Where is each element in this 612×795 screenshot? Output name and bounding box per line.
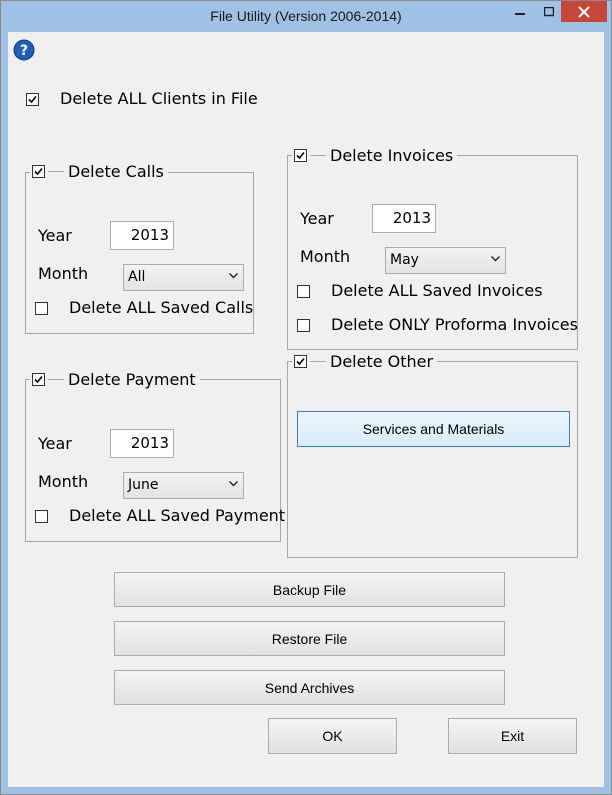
backup-file-button[interactable]: Backup File — [114, 572, 505, 607]
checkmark-icon — [296, 151, 305, 159]
send-archives-button[interactable]: Send Archives — [114, 670, 505, 705]
minimize-button[interactable] — [504, 1, 536, 22]
question-mark-icon: ? — [13, 39, 35, 61]
restore-file-button[interactable]: Restore File — [114, 621, 505, 656]
calls-year-label: Year — [38, 226, 72, 245]
delete-invoices-legend: Delete Invoices — [292, 145, 458, 165]
checkmark-icon — [34, 375, 43, 383]
invoices-year-label: Year — [300, 209, 334, 228]
chevron-down-icon — [229, 273, 238, 279]
close-button[interactable] — [561, 1, 607, 22]
payment-month-select[interactable]: June — [123, 472, 244, 499]
delete-payment-legend: Delete Payment — [30, 369, 200, 389]
exit-button[interactable]: Exit — [448, 718, 577, 754]
delete-invoices-label: Delete Invoices — [330, 145, 454, 165]
delete-other-group — [287, 361, 578, 558]
close-icon — [578, 5, 590, 18]
ok-button[interactable]: OK — [268, 718, 397, 754]
checkmark-icon — [34, 167, 43, 175]
checkmark-icon — [296, 357, 305, 365]
delete-all-saved-calls-label: Delete ALL Saved Calls — [69, 298, 254, 317]
delete-all-saved-invoices-label: Delete ALL Saved Invoices — [331, 281, 543, 300]
delete-all-saved-payment-label: Delete ALL Saved Payment — [69, 506, 286, 525]
delete-invoices-checkbox[interactable] — [294, 148, 307, 162]
legend-line — [48, 378, 64, 380]
minimize-icon — [515, 12, 525, 15]
title-bar: File Utility (Version 2006-2014) — [1, 1, 611, 32]
delete-all-clients-checkbox[interactable] — [26, 93, 39, 106]
payment-year-label: Year — [38, 434, 72, 453]
legend-line — [310, 154, 326, 156]
calls-month-label: Month — [38, 264, 89, 283]
delete-calls-legend: Delete Calls — [30, 161, 168, 181]
calls-month-value: All — [128, 269, 146, 285]
invoices-month-value: May — [390, 252, 419, 268]
delete-payment-checkbox[interactable] — [32, 372, 45, 386]
client-area: ? Delete ALL Clients in File Delete Call… — [8, 32, 604, 787]
payment-month-value: June — [128, 477, 159, 493]
calls-month-select[interactable]: All — [123, 264, 244, 291]
chevron-down-icon — [491, 256, 500, 262]
delete-other-legend: Delete Other — [292, 351, 438, 371]
maximize-button[interactable] — [534, 1, 564, 22]
delete-all-saved-invoices-checkbox[interactable] — [297, 285, 310, 298]
delete-other-checkbox[interactable] — [294, 354, 307, 368]
delete-calls-checkbox[interactable] — [32, 164, 45, 178]
delete-all-clients-label: Delete ALL Clients in File — [60, 89, 258, 108]
help-button[interactable]: ? — [13, 39, 35, 61]
delete-all-saved-calls-checkbox[interactable] — [35, 302, 48, 315]
legend-line — [48, 170, 64, 172]
payment-month-label: Month — [38, 472, 89, 491]
delete-other-label: Delete Other — [330, 351, 434, 371]
payment-year-input[interactable]: 2013 — [110, 429, 174, 458]
chevron-down-icon — [229, 481, 238, 487]
delete-calls-label: Delete Calls — [68, 161, 164, 181]
delete-payment-label: Delete Payment — [68, 369, 196, 389]
services-and-materials-button[interactable]: Services and Materials — [297, 411, 570, 447]
delete-all-saved-payment-checkbox[interactable] — [35, 510, 48, 523]
svg-text:?: ? — [20, 43, 28, 59]
checkmark-icon — [28, 95, 37, 104]
delete-only-proforma-checkbox[interactable] — [297, 319, 310, 332]
delete-only-proforma-label: Delete ONLY Proforma Invoices — [331, 315, 578, 334]
calls-year-input[interactable]: 2013 — [110, 221, 174, 250]
maximize-icon — [544, 6, 554, 16]
file-utility-window: File Utility (Version 2006-2014) ? Delet… — [0, 0, 612, 795]
invoices-month-select[interactable]: May — [385, 247, 506, 274]
invoices-year-input[interactable]: 2013 — [372, 204, 436, 233]
invoices-month-label: Month — [300, 247, 351, 266]
legend-line — [310, 360, 326, 362]
